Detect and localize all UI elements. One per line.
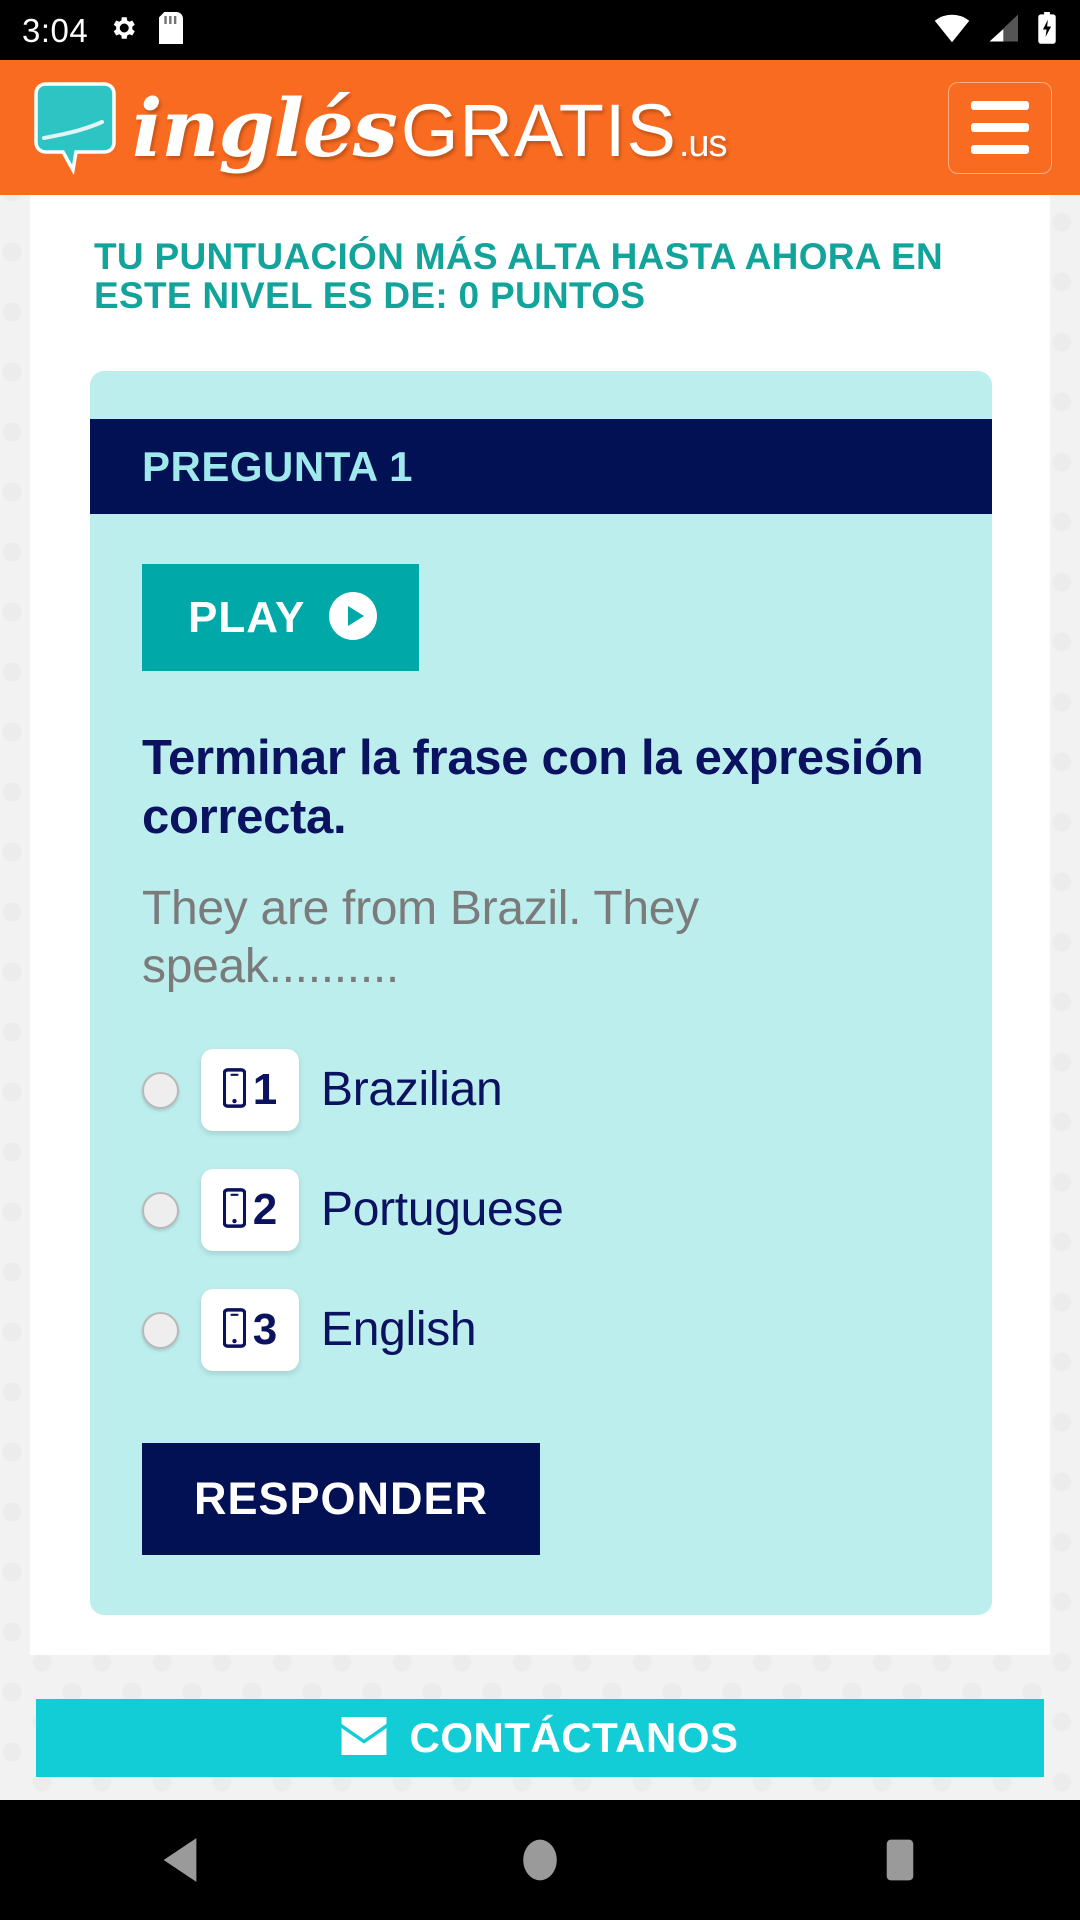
speech-bubble-icon xyxy=(26,80,124,176)
battery-charging-icon xyxy=(1036,11,1058,49)
option-number-badge-2: 2 xyxy=(201,1169,299,1252)
contact-us-label: CONTÁCTANOS xyxy=(409,1714,739,1762)
question-instruction: Terminar la frase con la expresión corre… xyxy=(142,731,924,844)
envelope-icon xyxy=(341,1716,387,1760)
option-label-3: English xyxy=(321,1303,477,1357)
mobile-phone-icon xyxy=(222,1067,247,1113)
answer-option-3[interactable]: 3 English xyxy=(142,1281,940,1379)
radio-button-3[interactable] xyxy=(142,1311,179,1349)
hamburger-menu-icon[interactable] xyxy=(948,81,1052,174)
quiz-card: PREGUNTA 1 PLAY Terminar la frase con la… xyxy=(90,371,992,1616)
hamburger-bar-1 xyxy=(971,101,1029,110)
home-circle-icon[interactable] xyxy=(480,1800,600,1920)
logo-word-gratis: GRATIS xyxy=(400,88,677,172)
option-number-badge-1: 1 xyxy=(201,1049,299,1132)
sd-card-icon xyxy=(158,11,184,49)
site-header: inglés GRATIS .us xyxy=(0,60,1080,195)
android-navigation-bar xyxy=(0,1800,1080,1920)
answer-option-2[interactable]: 2 Portuguese xyxy=(142,1161,940,1259)
option-label-1: Brazilian xyxy=(321,1063,503,1117)
logo-word-ingles: inglés xyxy=(132,80,398,175)
hamburger-bar-3 xyxy=(971,145,1029,154)
wifi-icon xyxy=(934,13,970,48)
submit-answer-button[interactable]: RESPONDER xyxy=(142,1443,541,1556)
question-prompt: They are from Brazil. They speak........… xyxy=(142,882,699,993)
option-number-1: 1 xyxy=(252,1065,278,1115)
mobile-phone-icon xyxy=(222,1307,247,1353)
question-body: PLAY Terminar la frase con la expresión … xyxy=(90,514,992,1615)
status-bar-clock: 3:04 xyxy=(22,11,89,49)
logo-word-tld: .us xyxy=(678,122,728,165)
site-logo[interactable]: inglés GRATIS .us xyxy=(26,80,728,176)
option-number-badge-3: 3 xyxy=(201,1289,299,1372)
back-triangle-icon[interactable] xyxy=(120,1800,240,1920)
option-number-3: 3 xyxy=(252,1305,278,1355)
browser-viewport: inglés GRATIS .us TU PUNTUACIÓN MÁS ALTA H… xyxy=(0,60,1080,1800)
android-status-bar: 3:04 xyxy=(0,0,1080,60)
answer-options-list: 1 Brazilian 2 Portuguese 3 English xyxy=(142,1041,940,1379)
high-score-text: TU PUNTUACIÓN MÁS ALTA HASTA AHORA EN ES… xyxy=(94,236,944,317)
contact-us-bar[interactable]: CONTÁCTANOS xyxy=(36,1699,1044,1778)
logo-wordmark: inglés GRATIS .us xyxy=(132,80,728,175)
option-number-2: 2 xyxy=(252,1185,278,1235)
radio-button-1[interactable] xyxy=(142,1071,179,1109)
play-audio-button[interactable]: PLAY xyxy=(142,564,420,672)
question-header: PREGUNTA 1 xyxy=(90,419,992,515)
mobile-phone-icon xyxy=(222,1187,247,1233)
play-button-label: PLAY xyxy=(188,592,306,642)
cellular-signal-icon xyxy=(986,13,1020,48)
hamburger-bar-2 xyxy=(971,123,1029,132)
page-container: TU PUNTUACIÓN MÁS ALTA HASTA AHORA EN ES… xyxy=(30,195,1050,1656)
question-header-label: PREGUNTA 1 xyxy=(142,442,414,490)
phone-screen: 3:04 inglés GRATIS .us TU PUNTUACIÓN MÁS… xyxy=(0,0,1080,1920)
radio-button-2[interactable] xyxy=(142,1191,179,1229)
status-bar-right xyxy=(934,11,1058,49)
play-circle-icon xyxy=(327,590,379,645)
answer-option-1[interactable]: 1 Brazilian xyxy=(142,1041,940,1139)
option-label-2: Portuguese xyxy=(321,1183,564,1237)
status-bar-left: 3:04 xyxy=(22,11,184,49)
settings-gear-icon xyxy=(108,13,138,48)
recents-square-icon[interactable] xyxy=(840,1800,960,1920)
